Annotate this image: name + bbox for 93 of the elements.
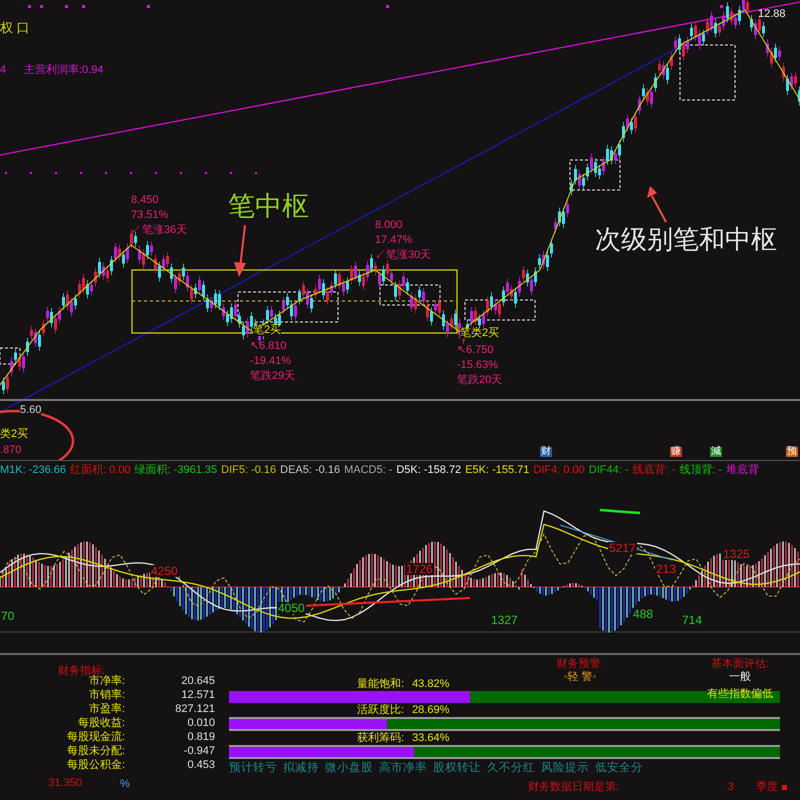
indicator-label: 714 — [681, 614, 704, 626]
event-marker: 赚 — [670, 447, 682, 457]
stock-tag: 拟减持 — [283, 763, 319, 775]
metric-label: 每股公积金: — [66, 760, 125, 770]
stock-tag: 预计转亏 — [229, 763, 277, 775]
indicator-reading: DIF5: -0.16 — [221, 463, 276, 478]
point-label: 73.51% — [131, 208, 170, 223]
point-label: ↖6.810 — [250, 339, 288, 354]
stock-tag: 高市净率 — [379, 763, 427, 775]
metric-label: 每股收益: — [78, 718, 125, 728]
arrow-icon — [234, 224, 246, 277]
indicator-reading: E5K: -155.71 — [465, 463, 530, 478]
point-label: ↖6.750 — [457, 343, 495, 358]
price-label: 5.60 — [20, 405, 42, 416]
assessment-note: 有些指数偏低 — [707, 688, 773, 701]
meter-reading: 28.69% — [412, 704, 450, 716]
price-label: .870 — [0, 445, 22, 456]
indicator-label: 5217 — [608, 542, 637, 554]
indicator-reading: D5K: -158.72 — [396, 463, 462, 478]
point-label: -19.41% — [250, 354, 292, 369]
indicator-reading: 红面积: 0.00 — [70, 463, 131, 478]
warning-level: ◦轻 警◦ — [564, 671, 596, 684]
indicator-reading: DEA5: -0.16 — [280, 463, 340, 478]
unit-label: % — [120, 778, 130, 790]
stock-tag: 久不分红 — [487, 763, 535, 775]
indicator-reading: 线顶背: - — [679, 462, 722, 478]
point-label: 笔跌20天 — [457, 373, 502, 388]
point-label: -15.63% — [457, 358, 499, 373]
stock-tag: 股权转让 — [433, 763, 481, 775]
metric-label: 市净率: — [88, 676, 125, 686]
section-title: 财务指标: — [58, 665, 106, 677]
meter-label: 活跃度比: — [357, 704, 404, 716]
point-label: ↙笔涨30天 — [375, 248, 432, 263]
point-label: 笔跌29天 — [250, 369, 296, 384]
metric-value: 12.571 — [181, 690, 215, 700]
arrow-icon — [647, 186, 667, 222]
callout-label: 次级别笔和中枢 — [595, 226, 777, 252]
metric-label: 每股未分配: — [66, 746, 125, 756]
point-label: ↙笔涨36天 — [131, 223, 188, 238]
indicator-value: 4 — [0, 63, 6, 78]
meter-label: 获利筹码: — [357, 732, 404, 744]
stock-tag: 风险提示 — [541, 763, 589, 775]
stock-tag: 微小盘股 — [325, 763, 373, 775]
indicator-value: 主营利润率:0.94 — [24, 62, 104, 78]
indicator-reading: 线底背: - — [632, 462, 676, 478]
indicator-reading: M1K: -236.66 — [0, 463, 66, 478]
metric-label: 每股现金流: — [66, 732, 125, 742]
quarter-value: 3 — [728, 780, 734, 795]
metric-value: 31.350 — [48, 776, 82, 791]
point-label: 8.450 — [131, 193, 160, 208]
metric-value: 0.819 — [187, 732, 215, 742]
indicator-label: 1327 — [490, 614, 519, 626]
stock-tag: 低安全分 — [595, 763, 643, 775]
indicator-label: 4250 — [150, 565, 179, 577]
event-marker: 财 — [540, 447, 552, 457]
indicator-reading: DIF4: 0.00 — [533, 463, 585, 478]
signal-label: 笔类2买 — [460, 328, 500, 339]
section-title: 基本面评估: — [710, 658, 770, 671]
metric-value: -0.947 — [184, 746, 215, 756]
indicator-label: 1726 — [405, 563, 434, 575]
indicator-reading: 绿面积: -3961.35 — [134, 463, 218, 478]
metric-value: 827.121 — [175, 704, 215, 714]
indicator-reading: MACD5: - — [344, 463, 392, 478]
price-label: 12.88 — [758, 7, 786, 22]
meter-label: 量能饱和: — [357, 678, 404, 690]
square-icon — [782, 784, 787, 790]
metric-label: 市盈率: — [88, 704, 125, 714]
section-title: 财务预警: — [556, 658, 604, 671]
indicator-reading: DIF44: - — [588, 463, 628, 478]
point-label: 17.47% — [375, 233, 414, 248]
indicator-label: 70 — [0, 610, 16, 622]
assessment-value: 一般 — [729, 671, 751, 684]
indicator-label: 1325 — [722, 548, 751, 560]
chart-title: 权 口 — [0, 19, 30, 37]
event-marker: 预 — [786, 447, 798, 457]
quarter-label: 季度 — [756, 780, 778, 795]
callout-label: 笔中枢 — [228, 193, 309, 220]
point-label: 8.000 — [375, 218, 404, 233]
indicator-label: 213 — [655, 563, 678, 575]
event-marker: 減 — [710, 447, 722, 457]
date-label: 财务数据日期是第: — [528, 780, 619, 795]
meter-reading: 33.64% — [412, 732, 450, 744]
indicator-label: 488 — [632, 608, 654, 620]
metric-value: 0.453 — [187, 760, 215, 770]
metric-value: 20.645 — [181, 676, 215, 686]
indicator-reading: 堆底背 — [726, 462, 760, 478]
trend-line — [600, 508, 640, 514]
signal-label: 类2买 — [0, 429, 28, 440]
indicator-label: 4050 — [277, 602, 306, 614]
meter-reading: 43.82% — [412, 678, 450, 690]
signal-label: 笔2买 — [253, 325, 282, 336]
metric-value: 0.010 — [187, 718, 215, 728]
metric-label: 市销率: — [88, 690, 125, 700]
